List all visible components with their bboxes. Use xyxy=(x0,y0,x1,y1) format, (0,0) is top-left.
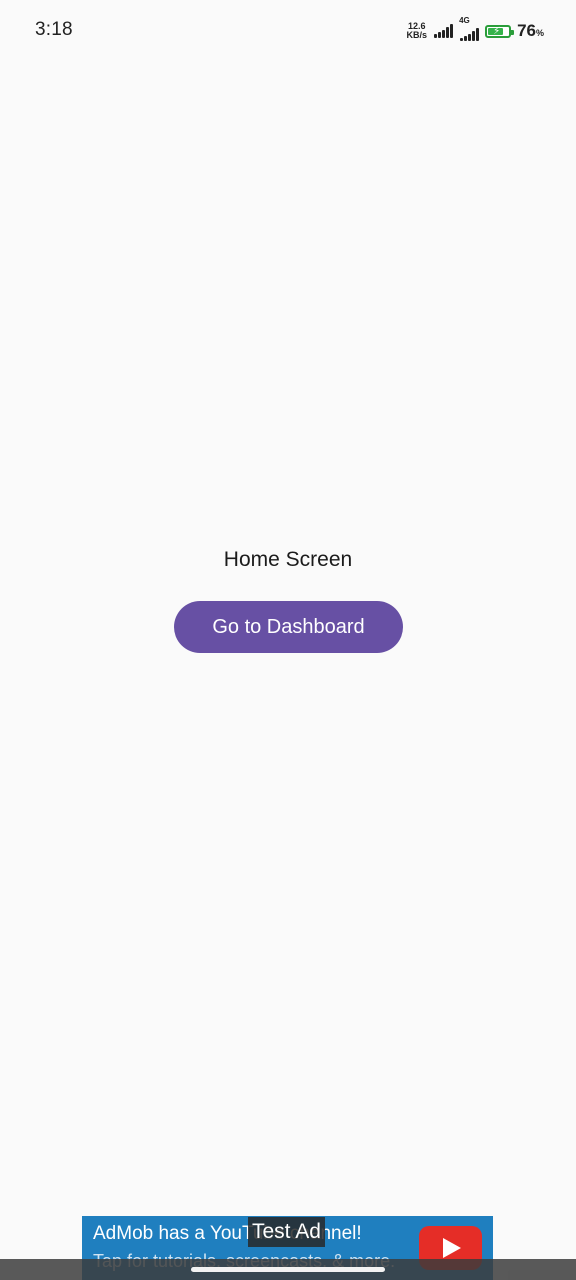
battery-percent-value: 76 xyxy=(517,21,536,40)
battery-percent: 76% xyxy=(517,21,544,41)
network-type-label: 4G xyxy=(459,16,470,25)
go-to-dashboard-button[interactable]: Go to Dashboard xyxy=(174,601,403,653)
status-icons: 12.6 KB/s 4G ⚡ 76% xyxy=(407,17,544,42)
page-title: Home Screen xyxy=(223,548,353,571)
battery-percent-unit: % xyxy=(535,28,544,38)
signal-icon xyxy=(433,24,454,38)
home-indicator[interactable] xyxy=(191,1267,385,1272)
signal-4g-icon: 4G xyxy=(459,17,480,41)
network-speed-unit: KB/s xyxy=(406,30,428,40)
battery-icon: ⚡ xyxy=(485,24,515,38)
charging-bolt-icon: ⚡ xyxy=(493,25,501,37)
network-speed: 12.6 KB/s xyxy=(407,22,428,40)
status-bar: 3:18 12.6 KB/s 4G ⚡ 76% xyxy=(0,0,576,62)
test-ad-label: Test Ad xyxy=(248,1217,325,1247)
status-time: 3:18 xyxy=(35,19,73,40)
